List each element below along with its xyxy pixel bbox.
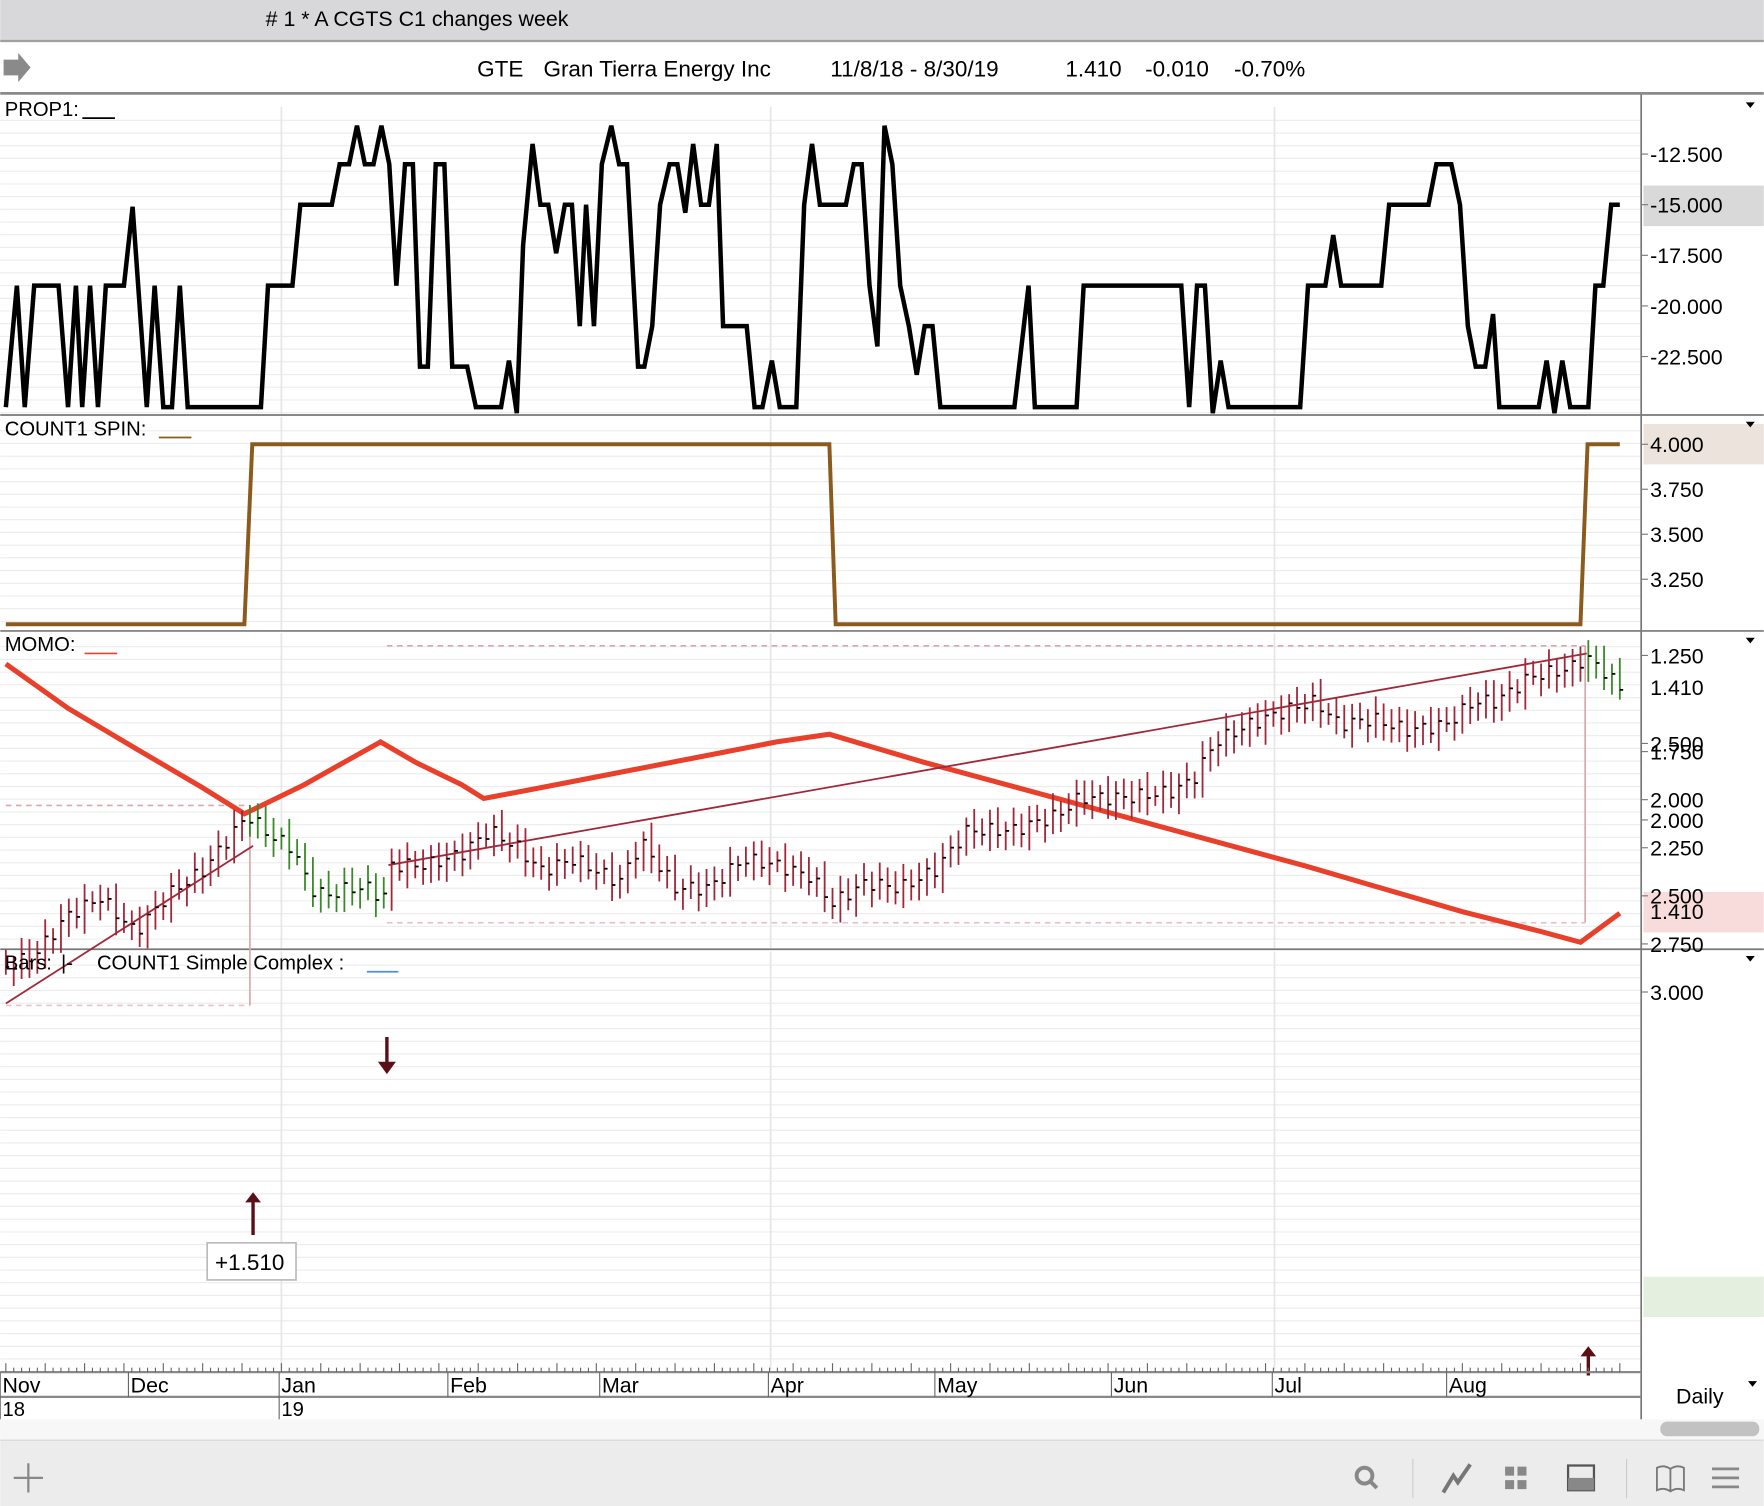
month-label: Jun <box>1114 1373 1148 1397</box>
price-axis-label: 1.750 <box>1650 740 1704 764</box>
month-label: Mar <box>602 1373 639 1397</box>
prop1-line <box>3 125 1620 414</box>
bottom-toolbar <box>0 1439 1764 1506</box>
price-axis-label: 3.000 <box>1650 981 1704 1005</box>
regression-line <box>5 845 254 1005</box>
month-label: Jan <box>281 1373 315 1397</box>
price-axis-label: 2.250 <box>1650 837 1704 861</box>
prop1-axis-label: -20.000 <box>1650 295 1723 319</box>
gain-annotation: +1.510 <box>215 1250 284 1275</box>
spin-axis-label: 3.250 <box>1650 568 1704 592</box>
month-label: Apr <box>771 1373 804 1397</box>
chart-window: # 1 * A CGTS C1 changes week GTE Gran Ti… <box>0 0 1764 1506</box>
up-arrow-icon <box>245 1192 261 1235</box>
year-label: 18 <box>2 1399 25 1421</box>
spin-axis-label: 4.000 <box>1650 433 1704 457</box>
prop1-menu-icon[interactable] <box>1745 102 1755 108</box>
window-title: # 1 * A CGTS C1 changes week <box>266 7 569 31</box>
momo-menu-icon[interactable] <box>1745 637 1755 644</box>
price-change: -0.010 <box>1145 56 1209 81</box>
momo-current-value: 1.410 <box>1650 900 1704 924</box>
symbol: GTE <box>477 56 523 81</box>
company-name: Gran Tierra Energy Inc <box>543 56 770 81</box>
prop1-axis-label: -17.500 <box>1650 244 1723 268</box>
price-current-value: 1.410 <box>1650 676 1704 700</box>
period-selector[interactable]: Daily <box>1676 1385 1724 1409</box>
month-label: Feb <box>450 1373 487 1397</box>
period-menu-icon[interactable] <box>1748 1381 1758 1387</box>
month-label: Nov <box>2 1373 40 1397</box>
date-range: 11/8/18 - 8/30/19 <box>830 56 998 81</box>
year-label: 19 <box>281 1399 304 1421</box>
month-label: May <box>937 1373 978 1397</box>
month-label: Aug <box>1449 1373 1487 1397</box>
prop1-axis-label: -15.000 <box>1650 194 1723 218</box>
spin-line <box>5 442 1620 627</box>
down-arrow-icon <box>377 1036 396 1075</box>
bars-label: Bars: <box>5 953 52 975</box>
momo-label: MOMO: <box>5 634 76 656</box>
prop1-axis-label: -22.500 <box>1650 345 1723 369</box>
bars-legend-glyph: |- <box>61 953 73 975</box>
month-label: Dec <box>131 1373 169 1397</box>
price-value-highlight <box>1643 1276 1764 1318</box>
price-axis-label: 1.250 <box>1650 644 1704 668</box>
month-label: Jul <box>1275 1373 1302 1397</box>
spin-label: COUNT1 SPIN: <box>5 418 147 440</box>
price-axis-label: 2.000 <box>1650 789 1704 813</box>
horizontal-scrollbar[interactable] <box>1660 1421 1760 1437</box>
price-axis-label: 2.750 <box>1650 933 1704 957</box>
prop1-axis-label: -12.500 <box>1650 143 1723 167</box>
study-label: COUNT1 Simple Complex : <box>97 953 344 975</box>
prop1-label: PROP1: <box>5 99 79 121</box>
nav-arrow-icon[interactable] <box>3 52 31 83</box>
price-change-pct: -0.70% <box>1234 56 1305 81</box>
spin-axis-label: 3.500 <box>1650 523 1704 547</box>
bars-menu-icon[interactable] <box>1745 956 1755 962</box>
spin-axis-label: 3.750 <box>1650 478 1704 502</box>
last-price: 1.410 <box>1065 56 1121 81</box>
